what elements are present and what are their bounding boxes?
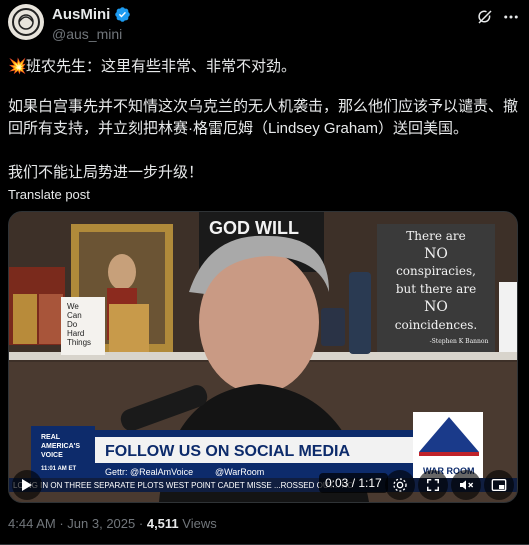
- meta-separator-2: ·: [138, 516, 144, 531]
- sign-line-1: There are: [406, 229, 465, 243]
- more-icon: [504, 15, 518, 19]
- play-button[interactable]: [12, 470, 42, 500]
- more-options-button[interactable]: [500, 6, 522, 28]
- network-logo-line-2: AMERICA'S: [41, 443, 80, 450]
- video-frame: GOD WILL We Can Do Hard Things There are…: [9, 212, 517, 502]
- settings-icon: [393, 478, 407, 492]
- fullscreen-button[interactable]: [418, 470, 448, 500]
- mute-icon: [460, 480, 474, 490]
- translate-post-link[interactable]: Translate post: [8, 187, 90, 202]
- wall-sign-text: GOD WILL: [209, 218, 299, 238]
- small-sign-line-4: Hard: [67, 329, 84, 338]
- small-sign-line-1: We: [67, 302, 79, 311]
- author-name-row[interactable]: AusMini: [52, 6, 131, 23]
- post-line-1: 💥班农先生：这里有些非常、非常不对劲。: [8, 56, 296, 78]
- grok-icon: [478, 10, 492, 24]
- small-sign-line-2: Can: [67, 311, 82, 320]
- gettr-handle: Gettr: @RealAmVoice: [105, 467, 193, 477]
- avatar[interactable]: [8, 4, 44, 40]
- mute-button[interactable]: [451, 470, 481, 500]
- sign-line-3: conspiracies,: [396, 264, 476, 278]
- post-date[interactable]: Jun 3, 2025: [67, 516, 135, 531]
- post-line-1-text: 班农先生：这里有些非常、非常不对劲。: [26, 58, 297, 75]
- small-sign-line-3: Do: [67, 320, 78, 329]
- clock-text: 11:01 AM ET: [41, 466, 76, 472]
- video-time: 0:03 / 1:17: [319, 473, 388, 493]
- playback-settings-button[interactable]: [385, 470, 415, 500]
- sign-line-6: coincidences.: [395, 318, 477, 332]
- post-time[interactable]: 4:44 AM: [8, 516, 56, 531]
- post-paragraph-2: 如果白宫事先并不知情这次乌克兰的无人机袭击，那么他们应该予以谴责、撤回所有支持，…: [8, 98, 519, 137]
- post-paragraph-3: 我们不能让局势进一步升级！: [8, 164, 204, 181]
- sign-line-5: NO: [424, 299, 448, 315]
- display-name[interactable]: AusMini: [52, 6, 110, 23]
- news-ticker: LOING IN ON THREE SEPARATE PLOTS WEST PO…: [13, 481, 354, 490]
- pip-icon: [491, 479, 507, 491]
- network-logo-line-3: VOICE: [41, 452, 63, 459]
- verified-badge-icon: [114, 6, 131, 23]
- collision-emoji-icon: 💥: [8, 58, 27, 75]
- video-player[interactable]: GOD WILL We Can Do Hard Things There are…: [8, 211, 518, 503]
- sign-line-4: but there are: [396, 282, 476, 296]
- views-label: Views: [182, 516, 217, 531]
- warroom-handle: @WarRoom: [215, 467, 264, 477]
- network-logo-line-1: REAL: [41, 434, 61, 441]
- small-sign-line-5: Things: [67, 338, 91, 347]
- handle[interactable]: @aus_mini: [52, 26, 122, 42]
- meta-separator: ·: [59, 516, 64, 531]
- grok-button[interactable]: [474, 6, 496, 28]
- fullscreen-icon: [427, 479, 439, 491]
- sign-line-2: NO: [424, 246, 448, 262]
- views-count: 4,511: [146, 516, 179, 531]
- post-meta: 4:44 AM · Jun 3, 2025 · 4,511 Views: [8, 516, 217, 531]
- sign-credit: -Stephen K Bannon: [430, 338, 489, 345]
- lower-third-title: FOLLOW US ON SOCIAL MEDIA: [105, 443, 350, 460]
- play-icon: [22, 479, 32, 491]
- avatar-logo-icon: [12, 8, 40, 36]
- picture-in-picture-button[interactable]: [484, 470, 514, 500]
